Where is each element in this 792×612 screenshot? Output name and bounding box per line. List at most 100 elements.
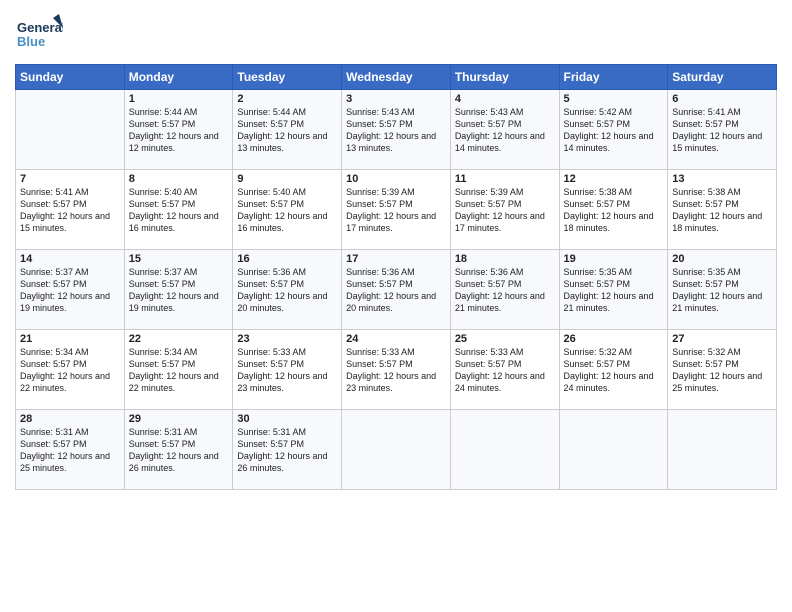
calendar-cell: 9Sunrise: 5:40 AMSunset: 5:57 PMDaylight… [233,170,342,250]
calendar-cell: 30Sunrise: 5:31 AMSunset: 5:57 PMDayligh… [233,410,342,490]
calendar-cell: 7Sunrise: 5:41 AMSunset: 5:57 PMDaylight… [16,170,125,250]
cell-details: Sunrise: 5:39 AMSunset: 5:57 PMDaylight:… [455,186,555,235]
cell-details: Sunrise: 5:34 AMSunset: 5:57 PMDaylight:… [20,346,120,395]
day-number: 2 [237,93,337,105]
cell-details: Sunrise: 5:44 AMSunset: 5:57 PMDaylight:… [129,106,229,155]
calendar-table: SundayMondayTuesdayWednesdayThursdayFrid… [15,64,777,490]
cell-details: Sunrise: 5:43 AMSunset: 5:57 PMDaylight:… [346,106,446,155]
day-number: 13 [672,173,772,185]
column-header-tuesday: Tuesday [233,65,342,90]
cell-details: Sunrise: 5:40 AMSunset: 5:57 PMDaylight:… [237,186,337,235]
calendar-cell [450,410,559,490]
calendar-cell: 27Sunrise: 5:32 AMSunset: 5:57 PMDayligh… [668,330,777,410]
calendar-cell [16,90,125,170]
day-number: 6 [672,93,772,105]
day-number: 19 [564,253,664,265]
calendar-cell [342,410,451,490]
cell-details: Sunrise: 5:38 AMSunset: 5:57 PMDaylight:… [564,186,664,235]
calendar-cell: 25Sunrise: 5:33 AMSunset: 5:57 PMDayligh… [450,330,559,410]
svg-text:Blue: Blue [17,34,45,49]
calendar-header-row: SundayMondayTuesdayWednesdayThursdayFrid… [16,65,777,90]
calendar-week-row: 21Sunrise: 5:34 AMSunset: 5:57 PMDayligh… [16,330,777,410]
page-header: General Blue [15,10,777,58]
day-number: 1 [129,93,229,105]
day-number: 9 [237,173,337,185]
day-number: 29 [129,413,229,425]
calendar-cell: 13Sunrise: 5:38 AMSunset: 5:57 PMDayligh… [668,170,777,250]
cell-details: Sunrise: 5:34 AMSunset: 5:57 PMDaylight:… [129,346,229,395]
day-number: 21 [20,333,120,345]
day-number: 30 [237,413,337,425]
day-number: 14 [20,253,120,265]
day-number: 17 [346,253,446,265]
logo-icon: General Blue [15,10,63,58]
calendar-cell [668,410,777,490]
calendar-cell: 28Sunrise: 5:31 AMSunset: 5:57 PMDayligh… [16,410,125,490]
day-number: 26 [564,333,664,345]
day-number: 28 [20,413,120,425]
cell-details: Sunrise: 5:37 AMSunset: 5:57 PMDaylight:… [129,266,229,315]
cell-details: Sunrise: 5:32 AMSunset: 5:57 PMDaylight:… [564,346,664,395]
day-number: 10 [346,173,446,185]
cell-details: Sunrise: 5:40 AMSunset: 5:57 PMDaylight:… [129,186,229,235]
cell-details: Sunrise: 5:41 AMSunset: 5:57 PMDaylight:… [672,106,772,155]
day-number: 22 [129,333,229,345]
day-number: 27 [672,333,772,345]
day-number: 12 [564,173,664,185]
day-number: 8 [129,173,229,185]
cell-details: Sunrise: 5:31 AMSunset: 5:57 PMDaylight:… [237,426,337,475]
calendar-cell: 17Sunrise: 5:36 AMSunset: 5:57 PMDayligh… [342,250,451,330]
calendar-cell: 24Sunrise: 5:33 AMSunset: 5:57 PMDayligh… [342,330,451,410]
calendar-cell: 12Sunrise: 5:38 AMSunset: 5:57 PMDayligh… [559,170,668,250]
day-number: 24 [346,333,446,345]
column-header-thursday: Thursday [450,65,559,90]
calendar-cell: 21Sunrise: 5:34 AMSunset: 5:57 PMDayligh… [16,330,125,410]
calendar-cell: 10Sunrise: 5:39 AMSunset: 5:57 PMDayligh… [342,170,451,250]
calendar-cell: 20Sunrise: 5:35 AMSunset: 5:57 PMDayligh… [668,250,777,330]
cell-details: Sunrise: 5:32 AMSunset: 5:57 PMDaylight:… [672,346,772,395]
cell-details: Sunrise: 5:33 AMSunset: 5:57 PMDaylight:… [346,346,446,395]
cell-details: Sunrise: 5:36 AMSunset: 5:57 PMDaylight:… [455,266,555,315]
cell-details: Sunrise: 5:39 AMSunset: 5:57 PMDaylight:… [346,186,446,235]
calendar-cell: 18Sunrise: 5:36 AMSunset: 5:57 PMDayligh… [450,250,559,330]
calendar-cell: 3Sunrise: 5:43 AMSunset: 5:57 PMDaylight… [342,90,451,170]
calendar-week-row: 1Sunrise: 5:44 AMSunset: 5:57 PMDaylight… [16,90,777,170]
svg-text:General: General [17,20,63,35]
cell-details: Sunrise: 5:33 AMSunset: 5:57 PMDaylight:… [237,346,337,395]
day-number: 18 [455,253,555,265]
calendar-cell: 22Sunrise: 5:34 AMSunset: 5:57 PMDayligh… [124,330,233,410]
calendar-cell: 1Sunrise: 5:44 AMSunset: 5:57 PMDaylight… [124,90,233,170]
column-header-sunday: Sunday [16,65,125,90]
calendar-week-row: 28Sunrise: 5:31 AMSunset: 5:57 PMDayligh… [16,410,777,490]
calendar-cell: 19Sunrise: 5:35 AMSunset: 5:57 PMDayligh… [559,250,668,330]
calendar-cell: 15Sunrise: 5:37 AMSunset: 5:57 PMDayligh… [124,250,233,330]
day-number: 25 [455,333,555,345]
day-number: 3 [346,93,446,105]
calendar-cell: 2Sunrise: 5:44 AMSunset: 5:57 PMDaylight… [233,90,342,170]
column-header-friday: Friday [559,65,668,90]
calendar-cell: 11Sunrise: 5:39 AMSunset: 5:57 PMDayligh… [450,170,559,250]
day-number: 7 [20,173,120,185]
day-number: 20 [672,253,772,265]
calendar-cell: 8Sunrise: 5:40 AMSunset: 5:57 PMDaylight… [124,170,233,250]
calendar-week-row: 7Sunrise: 5:41 AMSunset: 5:57 PMDaylight… [16,170,777,250]
calendar-cell: 14Sunrise: 5:37 AMSunset: 5:57 PMDayligh… [16,250,125,330]
column-header-wednesday: Wednesday [342,65,451,90]
cell-details: Sunrise: 5:37 AMSunset: 5:57 PMDaylight:… [20,266,120,315]
column-header-monday: Monday [124,65,233,90]
column-header-saturday: Saturday [668,65,777,90]
day-number: 5 [564,93,664,105]
logo: General Blue [15,10,65,58]
calendar-cell: 6Sunrise: 5:41 AMSunset: 5:57 PMDaylight… [668,90,777,170]
cell-details: Sunrise: 5:42 AMSunset: 5:57 PMDaylight:… [564,106,664,155]
calendar-cell: 4Sunrise: 5:43 AMSunset: 5:57 PMDaylight… [450,90,559,170]
cell-details: Sunrise: 5:35 AMSunset: 5:57 PMDaylight:… [564,266,664,315]
cell-details: Sunrise: 5:36 AMSunset: 5:57 PMDaylight:… [237,266,337,315]
cell-details: Sunrise: 5:38 AMSunset: 5:57 PMDaylight:… [672,186,772,235]
cell-details: Sunrise: 5:33 AMSunset: 5:57 PMDaylight:… [455,346,555,395]
day-number: 23 [237,333,337,345]
cell-details: Sunrise: 5:44 AMSunset: 5:57 PMDaylight:… [237,106,337,155]
calendar-cell: 23Sunrise: 5:33 AMSunset: 5:57 PMDayligh… [233,330,342,410]
day-number: 4 [455,93,555,105]
cell-details: Sunrise: 5:31 AMSunset: 5:57 PMDaylight:… [20,426,120,475]
